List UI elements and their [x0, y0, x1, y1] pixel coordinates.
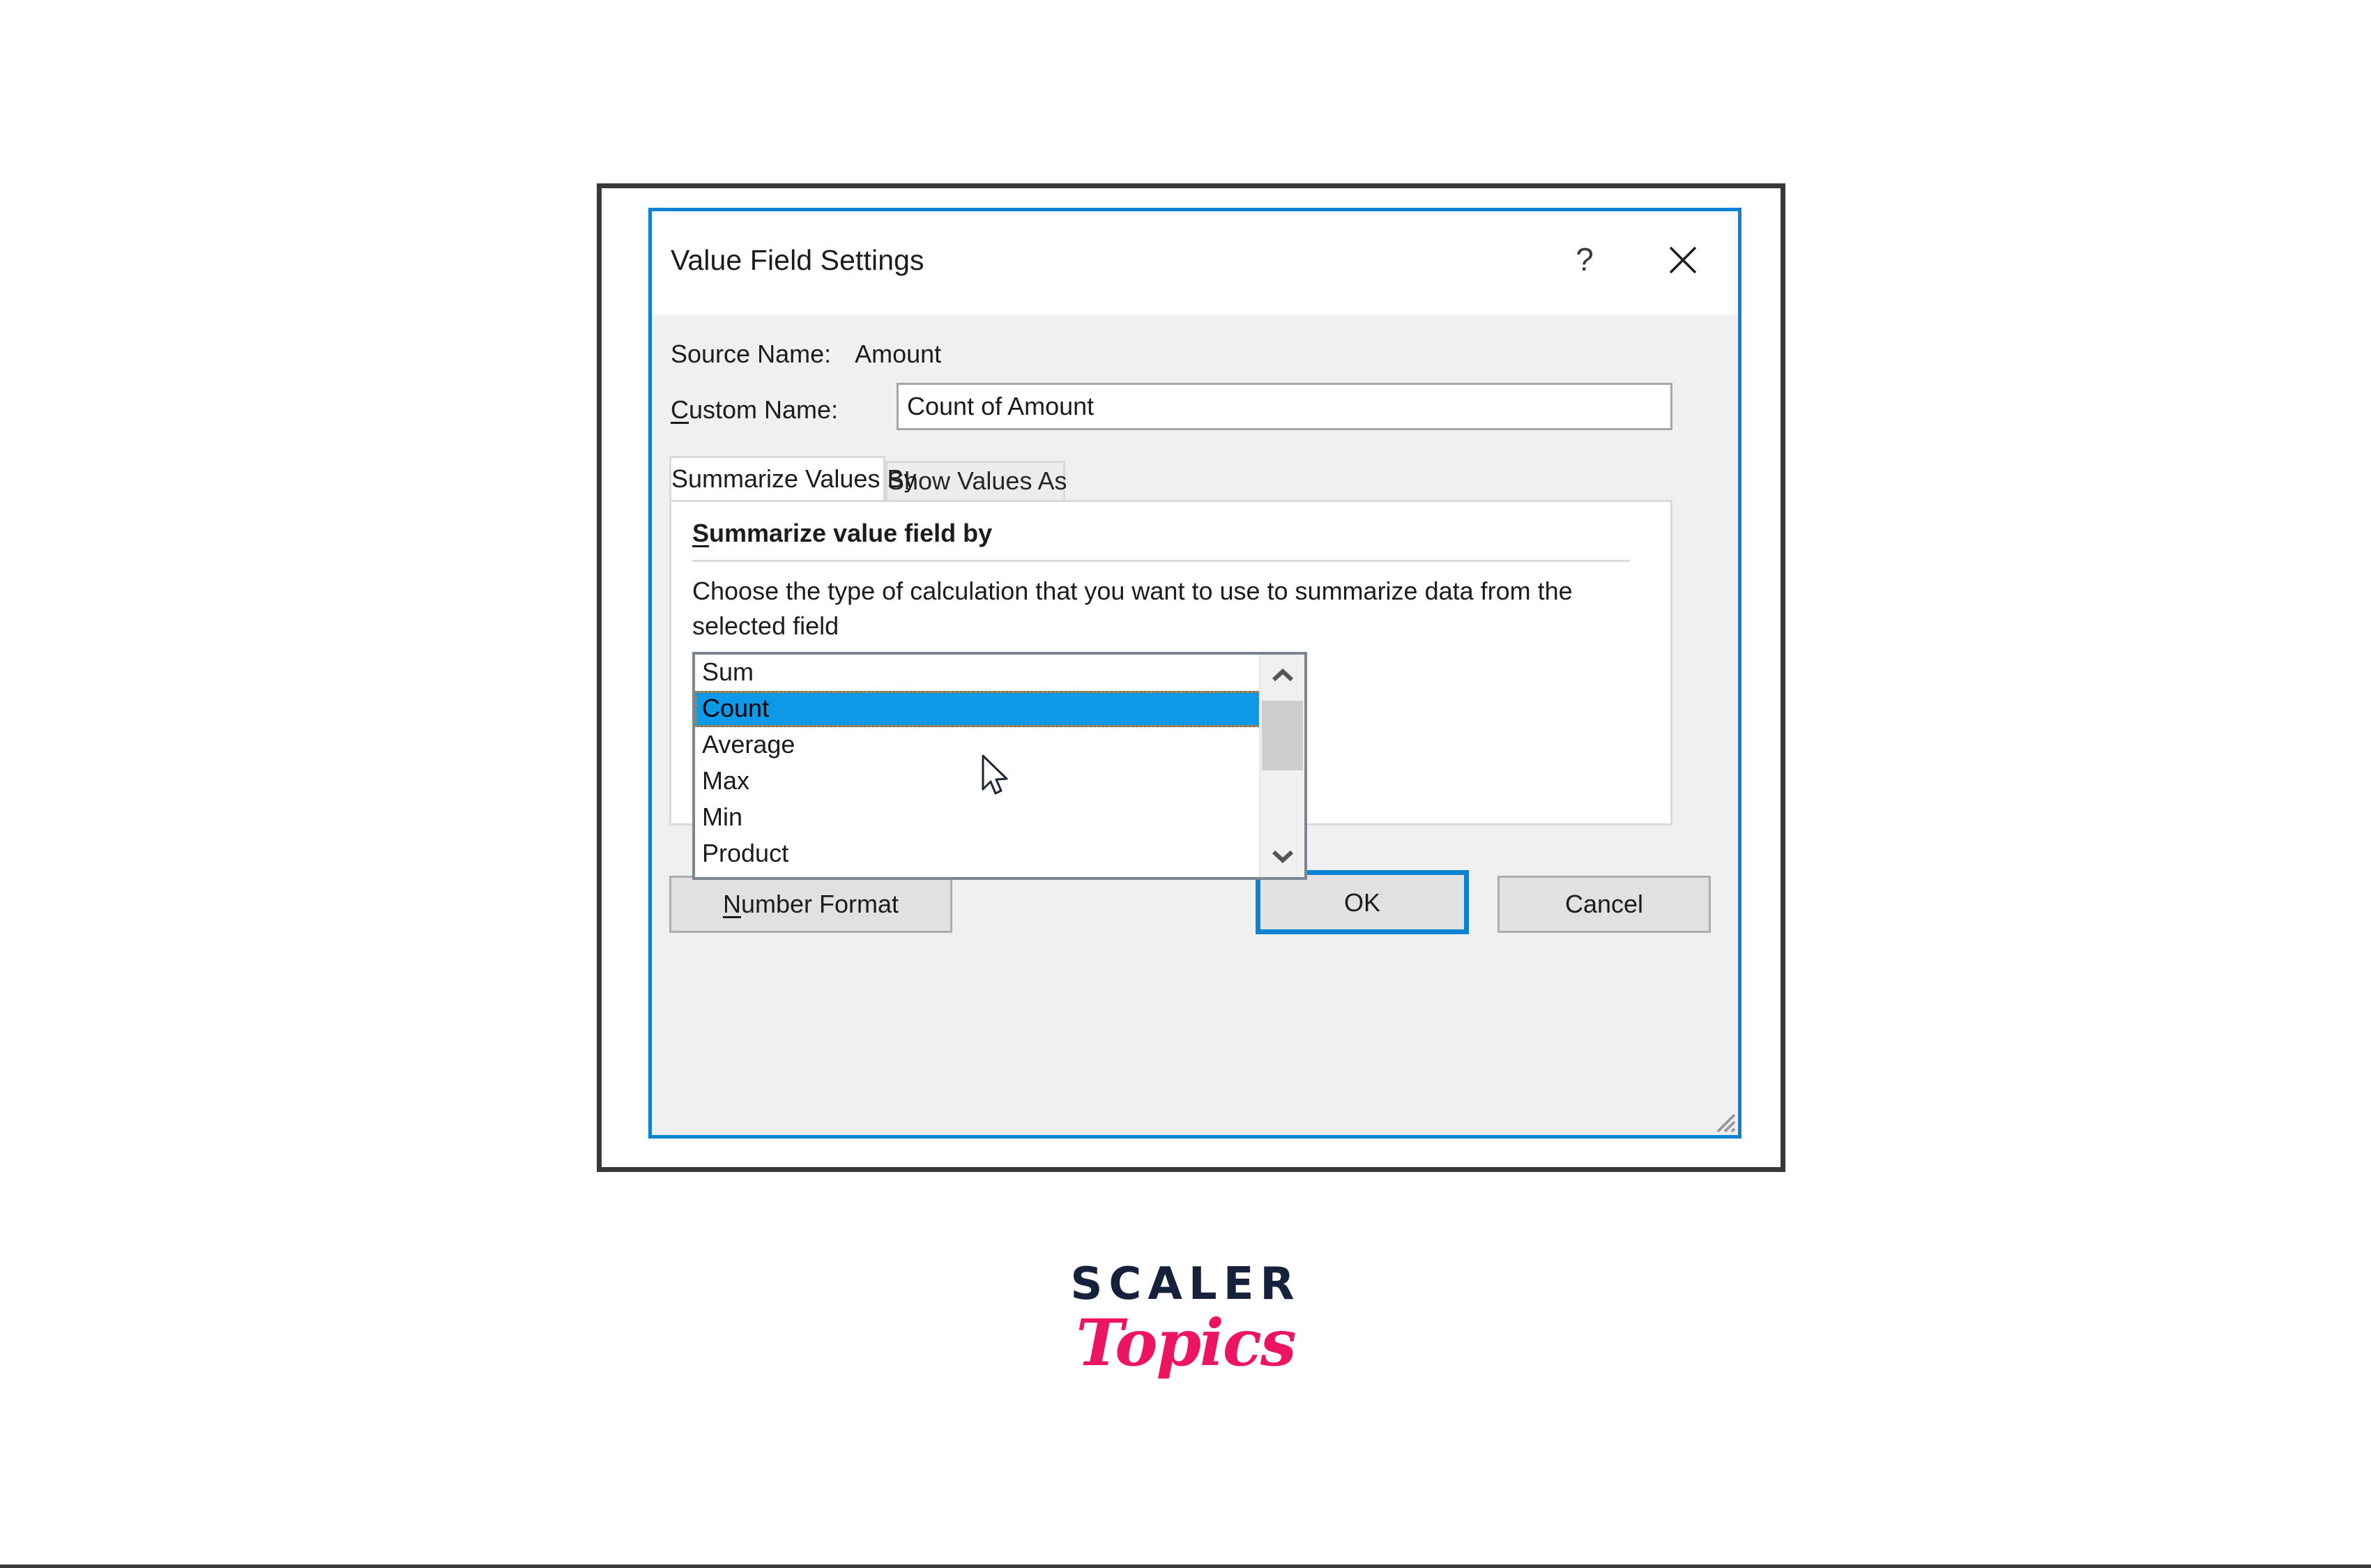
list-item[interactable]: Product [695, 836, 1260, 872]
brand-secondary-text: Topics [1076, 1305, 1296, 1380]
list-item[interactable]: Sum [695, 655, 1260, 691]
page-bottom-rule [0, 1565, 2371, 1568]
listbox-items: Sum Count Average Max Min Product [695, 655, 1260, 872]
source-name-value: Amount [855, 340, 942, 368]
chevron-down-icon[interactable] [1260, 835, 1304, 877]
chevron-up-icon[interactable] [1260, 655, 1304, 697]
custom-name-accel: C [671, 395, 689, 424]
number-format-button[interactable]: Number Format [669, 876, 952, 933]
listbox-scrollbar[interactable] [1259, 655, 1304, 877]
dialog-body: Source Name: Amount Custom Name: Summariz… [652, 314, 1738, 1135]
panel-heading-accel: S [692, 519, 710, 547]
brand-primary-text: SCALER [1070, 1258, 1301, 1310]
list-item[interactable]: Min [695, 800, 1260, 836]
list-item[interactable]: Max [695, 763, 1260, 800]
panel-divider [692, 560, 1630, 562]
source-name-label: Source Name: [671, 340, 832, 368]
scaler-topics-logo: SCALER Topics [0, 1262, 2371, 1375]
number-format-accel: N [722, 890, 741, 918]
custom-name-label: Custom Name: [671, 395, 838, 425]
help-icon[interactable]: ? [1560, 235, 1609, 284]
resize-grip-icon[interactable] [1711, 1108, 1736, 1133]
value-field-settings-dialog: Value Field Settings ? Source Name: Amoun… [648, 208, 1741, 1139]
dialog-title-bar: Value Field Settings ? [652, 211, 1738, 314]
list-item[interactable]: Count [695, 691, 1260, 727]
source-name-row: Source Name: Amount [671, 340, 941, 369]
custom-name-input[interactable] [897, 383, 1672, 430]
tab-summarize-values-by[interactable]: Summarize Values By [669, 456, 916, 500]
scrollbar-thumb[interactable] [1262, 701, 1303, 770]
close-icon[interactable] [1657, 235, 1709, 284]
list-item[interactable]: Average [695, 727, 1260, 763]
tab-panel-summarize-values-by: Summarize value field by Choose the type… [669, 500, 1672, 880]
panel-heading-rest: ummarize value field by [709, 519, 993, 547]
tab-strip: Summarize Values By Show Values As [669, 456, 1672, 500]
panel-heading: Summarize value field by [692, 519, 992, 548]
number-format-label-rest: umber Format [740, 890, 899, 918]
panel-description: Choose the type of calculation that you … [692, 577, 1573, 640]
dialog-title: Value Field Settings [671, 244, 924, 276]
summarize-by-listbox[interactable]: Sum Count Average Max Min Product [692, 652, 1307, 880]
cancel-button[interactable]: Cancel [1497, 876, 1711, 933]
custom-name-label-rest: ustom Name: [689, 395, 839, 424]
